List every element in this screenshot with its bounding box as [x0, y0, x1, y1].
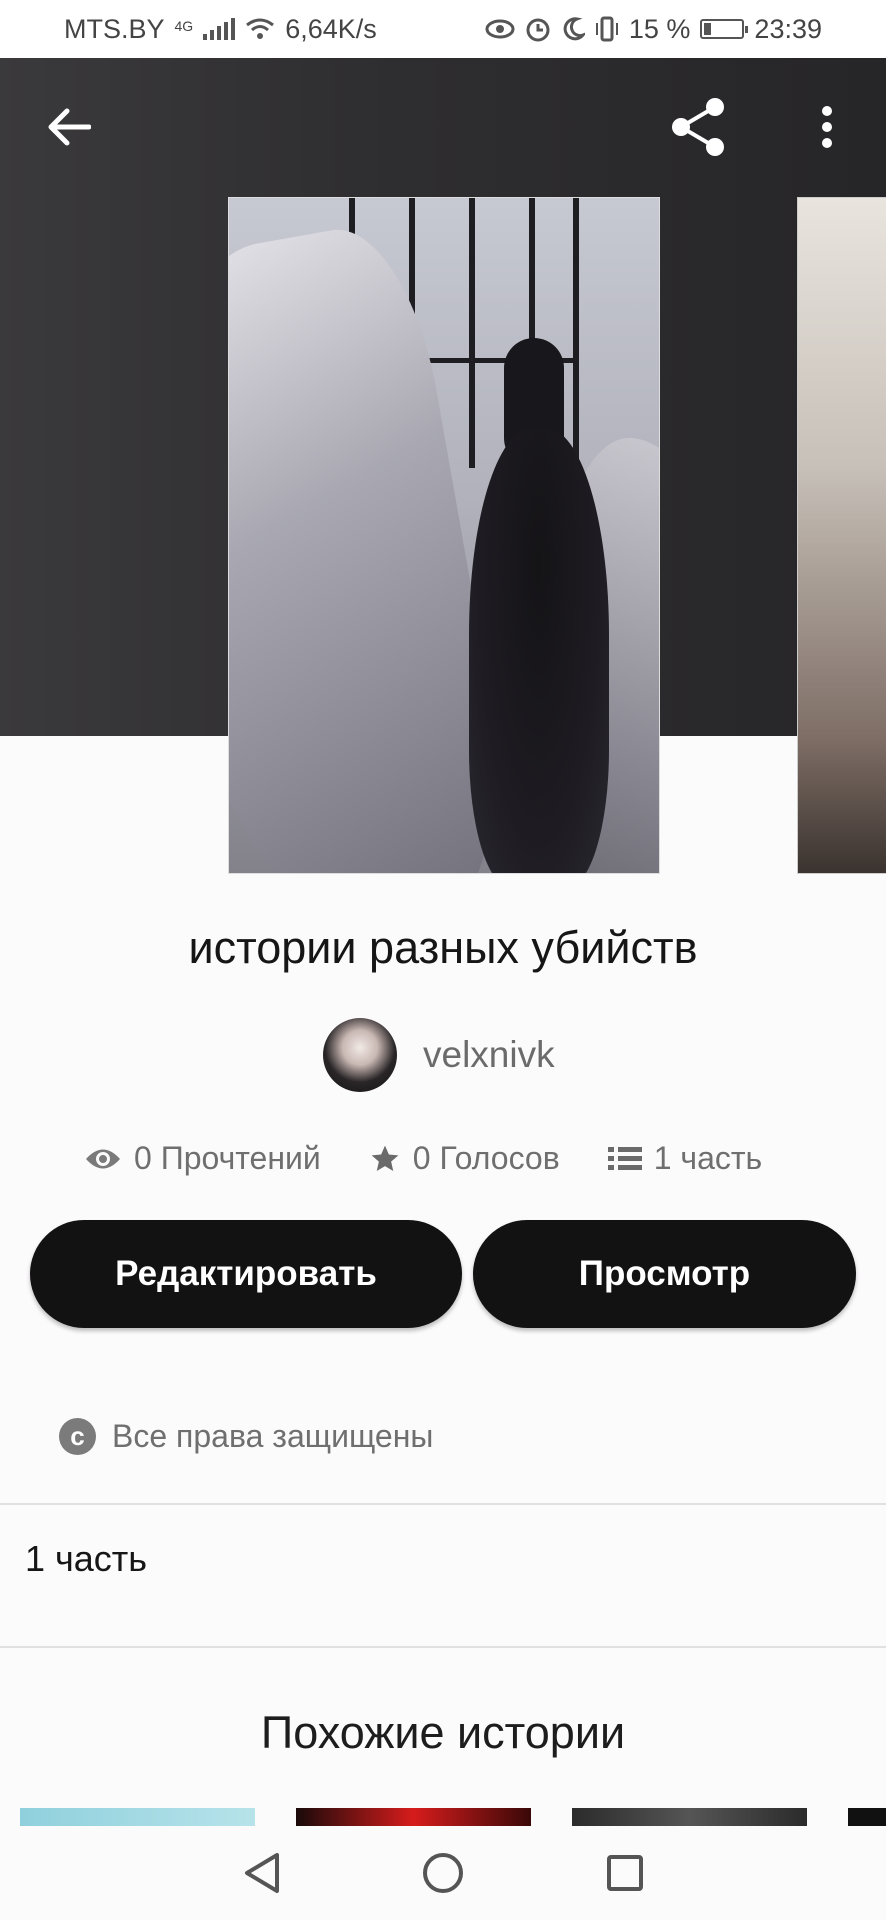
eye-icon: [485, 19, 515, 39]
edit-button[interactable]: Редактировать: [30, 1220, 462, 1328]
votes-stat: 0 Голосов: [369, 1140, 560, 1177]
status-bar: MTS.BY 4G 6,64K/s 15 % 23:39: [0, 0, 886, 58]
license-label: Все права защищены: [112, 1418, 434, 1454]
reads-stat: 0 Прочтений: [84, 1140, 321, 1177]
share-button[interactable]: [664, 92, 734, 162]
similar-story-cover[interactable]: [296, 1808, 531, 1826]
carrier-label: MTS.BY: [64, 13, 165, 44]
network-type: 4G: [174, 17, 194, 34]
eye-icon: [86, 1149, 120, 1168]
back-triangle-icon[interactable]: [241, 1851, 281, 1895]
clock: 23:39: [754, 13, 822, 44]
similar-stories-title: Похожие истории: [260, 1707, 626, 1758]
story-stats: 0 Прочтений 0 Голосов 1 часть: [84, 1140, 762, 1177]
similar-story-cover[interactable]: [848, 1808, 886, 1826]
next-story-cover[interactable]: [797, 197, 886, 874]
alarm-icon: [526, 18, 550, 42]
battery-icon: [700, 19, 749, 39]
signal-icon: [203, 18, 236, 40]
author-name[interactable]: velxnivk: [423, 1034, 555, 1076]
license-info: c Все права защищены: [59, 1418, 433, 1455]
divider: [0, 1503, 886, 1505]
star-icon: [371, 1145, 399, 1171]
votes-count: 0 Голосов: [412, 1140, 560, 1176]
cover-figure: [469, 428, 609, 873]
table-of-contents-link[interactable]: 1 часть: [25, 1538, 147, 1580]
list-icon: [607, 1146, 642, 1170]
story-title: истории разных убийств: [188, 922, 698, 973]
parts-count: 1 часть: [653, 1140, 763, 1176]
battery-percent: 15 %: [628, 13, 691, 44]
view-button[interactable]: Просмотр: [473, 1220, 856, 1328]
vibrate-icon: [595, 16, 618, 42]
similar-story-cover[interactable]: [20, 1808, 255, 1826]
reads-count: 0 Прочтений: [134, 1140, 321, 1176]
author-link[interactable]: velxnivk: [323, 1018, 555, 1092]
divider: [0, 1646, 886, 1648]
similar-stories-carousel[interactable]: [0, 1808, 886, 1826]
home-circle-icon[interactable]: [421, 1851, 465, 1895]
share-icon: [672, 98, 724, 156]
avatar[interactable]: [323, 1018, 397, 1092]
network-speed: 6,64K/s: [285, 13, 377, 44]
parts-stat: 1 часть: [607, 1140, 763, 1177]
moon-icon: [563, 17, 585, 41]
system-navigation-bar: [0, 1826, 886, 1920]
similar-story-cover[interactable]: [572, 1808, 807, 1826]
arrow-left-icon: [48, 108, 91, 146]
recents-square-icon[interactable]: [605, 1853, 645, 1893]
more-options-button[interactable]: [792, 92, 862, 162]
more-vertical-icon: [822, 106, 832, 148]
copyright-icon: c: [59, 1418, 96, 1455]
wifi-icon: [246, 18, 275, 39]
story-cover[interactable]: [228, 197, 660, 874]
back-button[interactable]: [34, 92, 104, 162]
